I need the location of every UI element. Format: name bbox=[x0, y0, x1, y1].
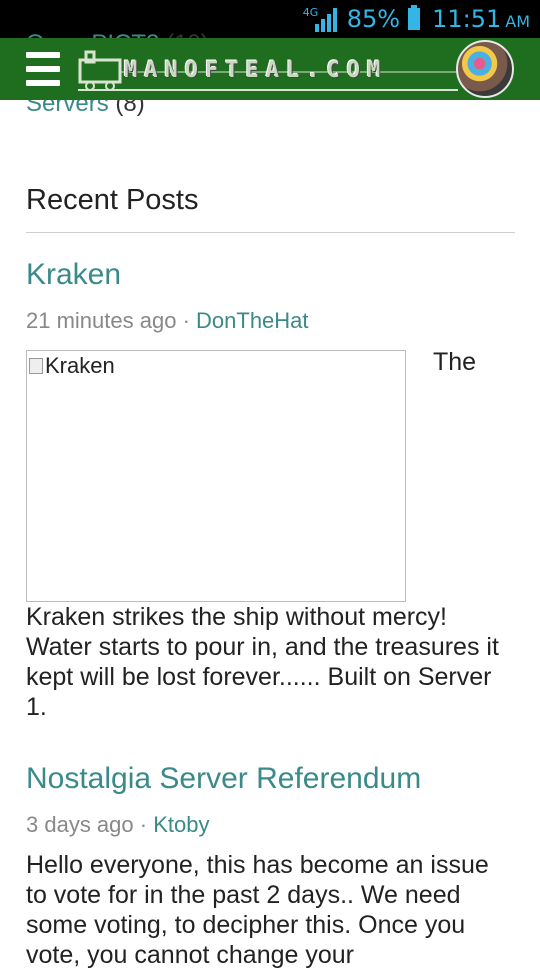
meta-separator: · bbox=[182, 308, 190, 333]
site-header: MANOFTEAL.COM bbox=[0, 38, 540, 100]
clock-ampm: AM bbox=[505, 12, 530, 31]
clock: 11:51 AM bbox=[432, 5, 530, 33]
logo-text: MANOFTEAL.COM bbox=[124, 58, 388, 83]
post-excerpt: Hello everyone, this has become an issue… bbox=[26, 851, 489, 969]
post-excerpt-start: The bbox=[433, 348, 477, 376]
image-alt-text: Kraken bbox=[45, 353, 115, 378]
battery-icon bbox=[408, 5, 421, 30]
post-title[interactable]: Nostalgia Server Referendum bbox=[26, 762, 421, 796]
post-excerpt: Kraken strikes the ship without mercy! W… bbox=[26, 603, 499, 721]
avatar[interactable] bbox=[456, 40, 514, 98]
battery-percent: 85% bbox=[346, 5, 401, 33]
post-time: 21 minutes ago bbox=[26, 308, 177, 333]
post-title[interactable]: Kraken bbox=[26, 258, 121, 292]
post-image[interactable]: Kraken bbox=[26, 350, 406, 602]
post-meta: 21 minutes ago · DonTheHat bbox=[26, 308, 309, 334]
meta-separator: · bbox=[139, 812, 148, 837]
post-meta: 3 days ago · Ktoby bbox=[26, 812, 209, 838]
clock-time: 11:51 bbox=[432, 5, 502, 33]
signal-icon bbox=[314, 8, 337, 32]
site-logo[interactable]: MANOFTEAL.COM bbox=[78, 46, 458, 92]
image-alt: Kraken bbox=[29, 353, 115, 379]
section-title-recent-posts: Recent Posts bbox=[26, 184, 199, 216]
divider bbox=[26, 232, 515, 233]
broken-image-icon bbox=[29, 358, 43, 374]
hamburger-menu-icon[interactable] bbox=[26, 52, 60, 86]
post-time: 3 days ago bbox=[26, 812, 134, 837]
signal-indicator: 4G bbox=[303, 4, 341, 34]
post-author-link[interactable]: Ktoby bbox=[153, 812, 209, 837]
post-author-link[interactable]: DonTheHat bbox=[196, 308, 309, 333]
